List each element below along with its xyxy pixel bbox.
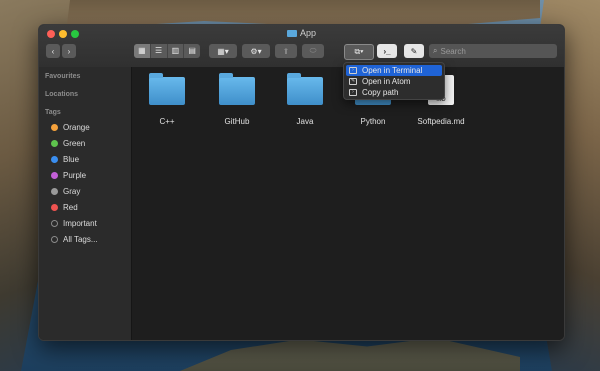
- folder-icon: [219, 73, 255, 105]
- share-icon: ⬆: [282, 46, 290, 56]
- menu-item-open-in-terminal[interactable]: › Open in Terminal: [346, 65, 442, 76]
- gray-tag-icon: [51, 187, 58, 195]
- search-placeholder: Search: [440, 46, 466, 56]
- sidebar-item-purple[interactable]: Purple: [51, 169, 86, 181]
- editor-icon: ✎: [349, 78, 357, 85]
- file-name: Python: [360, 117, 386, 126]
- sidebar-section-tags: Tags: [45, 109, 61, 116]
- terminal-icon: ›_: [383, 46, 391, 56]
- open-in-icon: ⧉▾: [354, 47, 364, 56]
- menu-item-label: Copy path: [362, 88, 399, 97]
- menu-item-label: Open in Terminal: [362, 66, 423, 75]
- finder-window: App ‹ › ▦ ☰ ▥ ▤ ▦▾ ⚙▾ ⬆ ⬭ ⧉▾ ›_ ✎ ⌕ Sear…: [38, 24, 565, 341]
- terminal-button[interactable]: ›_: [377, 44, 397, 58]
- tag-button[interactable]: ⬭: [302, 44, 324, 58]
- folder-icon: [149, 73, 185, 105]
- file-name: GitHub: [224, 117, 250, 126]
- sidebar-item-label: Gray: [63, 186, 81, 196]
- chevron-right-icon: ›: [67, 46, 71, 56]
- share-button[interactable]: ⬆: [275, 44, 297, 58]
- red-tag-icon: [51, 203, 58, 211]
- sidebar-section-favourites: Favourites: [45, 73, 81, 80]
- menu-item-open-in-atom[interactable]: ✎ Open in Atom: [346, 76, 442, 87]
- search-icon: ⌕: [433, 46, 438, 55]
- green-tag-icon: [51, 139, 58, 147]
- column-view-button[interactable]: ▥: [168, 44, 185, 58]
- window-title: App: [39, 28, 564, 38]
- file-name: Java: [296, 117, 314, 126]
- folder-icon: [287, 73, 323, 105]
- open-in-button[interactable]: ⧉▾: [344, 44, 374, 60]
- file-item-cpp[interactable]: C++: [137, 73, 197, 126]
- sidebar-item-orange[interactable]: Orange: [51, 121, 90, 133]
- list-view-button[interactable]: ☰: [151, 44, 168, 58]
- file-item-github[interactable]: GitHub: [207, 73, 267, 126]
- window-title-text: App: [299, 28, 316, 38]
- sidebar-item-label: Important: [63, 218, 97, 228]
- sidebar-item-label: Green: [63, 138, 86, 148]
- file-name: C++: [159, 117, 175, 126]
- group-button[interactable]: ▦▾: [209, 44, 237, 58]
- sidebar-item-green[interactable]: Green: [51, 137, 85, 149]
- sidebar-item-label: Red: [63, 202, 78, 212]
- gallery-view-button[interactable]: ▤: [184, 44, 200, 58]
- sidebar-item-red[interactable]: Red: [51, 201, 78, 213]
- terminal-icon: ›: [349, 67, 357, 74]
- sidebar-item-all-tags[interactable]: All Tags...: [51, 233, 98, 245]
- view-mode-segmented-control: ▦ ☰ ▥ ▤: [134, 44, 200, 58]
- sidebar-item-label: Blue: [63, 154, 80, 164]
- back-button[interactable]: ‹: [46, 44, 60, 58]
- tag-outline-icon: [51, 219, 58, 227]
- file-item-java[interactable]: Java: [275, 73, 335, 126]
- file-name: Softpedia.md: [417, 117, 465, 126]
- sidebar-item-label: All Tags...: [63, 234, 98, 244]
- group-icon: ▦▾: [217, 46, 229, 56]
- menu-item-copy-path[interactable]: › Copy path: [346, 87, 442, 98]
- chevron-left-icon: ‹: [51, 46, 55, 56]
- orange-tag-icon: [51, 123, 58, 131]
- folder-icon: [286, 30, 297, 37]
- search-field[interactable]: ⌕ Search: [429, 44, 557, 58]
- editor-icon: ✎: [410, 46, 418, 56]
- file-browser-area: C++ GitHub Java Python MD Softpedia.md: [132, 67, 564, 340]
- sidebar-item-label: Purple: [63, 170, 87, 180]
- sidebar-item-blue[interactable]: Blue: [51, 153, 79, 165]
- sidebar-item-important[interactable]: Important: [51, 217, 97, 229]
- editor-button[interactable]: ✎: [404, 44, 424, 58]
- open-in-dropdown-menu: › Open in Terminal ✎ Open in Atom › Copy…: [343, 62, 445, 100]
- sidebar-section-locations: Locations: [45, 91, 79, 98]
- menu-item-label: Open in Atom: [362, 77, 411, 86]
- sidebar-item-gray[interactable]: Gray: [51, 185, 80, 197]
- gear-icon: ⚙▾: [250, 46, 262, 56]
- blue-tag-icon: [51, 155, 58, 163]
- path-icon: ›: [349, 89, 357, 96]
- sidebar-item-label: Orange: [63, 122, 90, 132]
- tag-outline-icon: [51, 235, 58, 243]
- icon-view-button[interactable]: ▦: [134, 44, 151, 58]
- sidebar: Favourites Locations Tags Orange Green B…: [39, 67, 132, 340]
- action-button[interactable]: ⚙▾: [242, 44, 270, 58]
- titlebar: App ‹ › ▦ ☰ ▥ ▤ ▦▾ ⚙▾ ⬆ ⬭ ⧉▾ ›_ ✎ ⌕ Sear…: [39, 25, 564, 68]
- purple-tag-icon: [51, 171, 58, 179]
- forward-button[interactable]: ›: [62, 44, 76, 58]
- tag-icon: ⬭: [309, 46, 317, 55]
- wallpaper-rocks: [180, 337, 520, 371]
